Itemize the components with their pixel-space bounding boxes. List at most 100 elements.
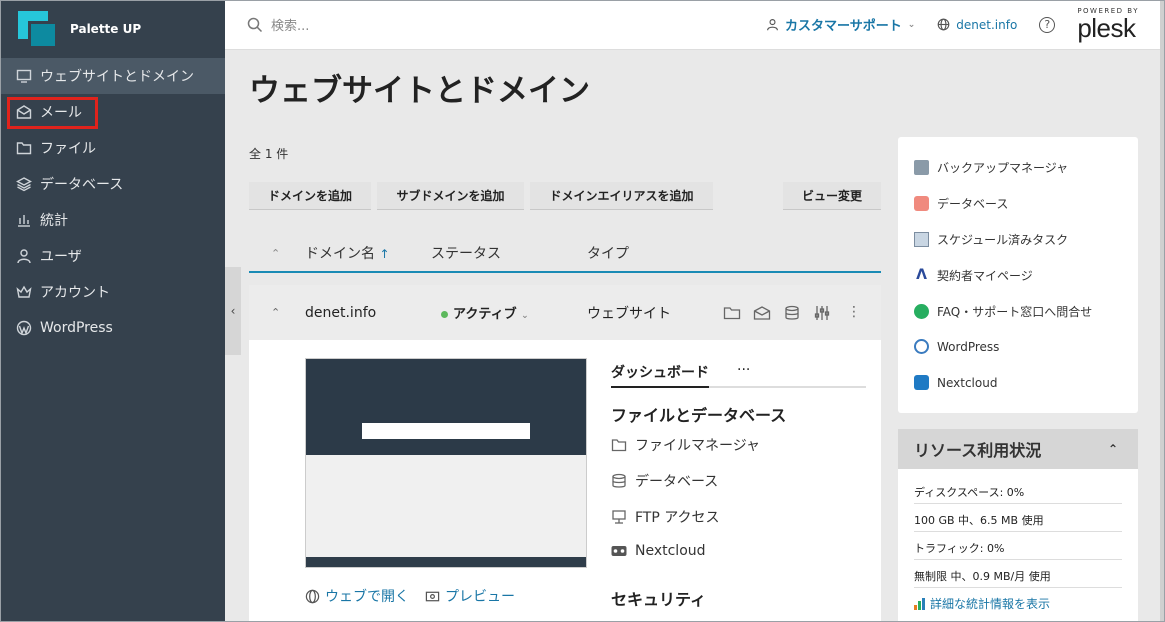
table-header: ⌃ ドメイン名 ↑ ステータス タイプ bbox=[249, 235, 881, 273]
mail-icon[interactable] bbox=[753, 305, 771, 321]
sidebar-item-databases[interactable]: データベース bbox=[0, 166, 225, 202]
tab-more[interactable]: ··· bbox=[737, 362, 750, 386]
sidebar-item-statistics[interactable]: 統計 bbox=[0, 202, 225, 238]
column-type[interactable]: タイプ bbox=[587, 243, 629, 263]
site-preview-thumbnail[interactable] bbox=[305, 358, 587, 568]
topbar: 検索... カスタマーサポート ⌄ denet.info ? POWERED B… bbox=[225, 0, 1165, 50]
brand-name: Palette UP bbox=[70, 22, 142, 36]
bar-chart-icon bbox=[914, 597, 925, 610]
sidebar-item-websites[interactable]: ウェブサイトとドメイン bbox=[0, 58, 225, 94]
sidebar-item-wordpress[interactable]: WordPress bbox=[0, 310, 225, 346]
plesk-logo: POWERED BY plesk bbox=[1077, 8, 1139, 43]
search-input[interactable]: 検索... bbox=[271, 15, 309, 34]
add-alias-button[interactable]: ドメインエイリアスを追加 bbox=[530, 182, 713, 210]
collapse-all-icon[interactable]: ⌃ bbox=[271, 247, 305, 260]
customer-mypage-link[interactable]: Λ 契約者マイページ bbox=[914, 267, 1033, 284]
databases-link[interactable]: データベース bbox=[611, 471, 718, 491]
sidebar-item-label: ファイル bbox=[40, 141, 96, 157]
preview-link[interactable]: プレビュー bbox=[425, 586, 515, 606]
folder-icon[interactable] bbox=[723, 305, 741, 321]
open-web-link[interactable]: ウェブで開く bbox=[305, 586, 409, 606]
database-icon[interactable] bbox=[783, 305, 801, 321]
sidebar-item-users[interactable]: ユーザ bbox=[0, 238, 225, 274]
page-title: ウェブサイトとドメイン bbox=[249, 73, 590, 109]
file-manager-link[interactable]: ファイルマネージャ bbox=[611, 435, 760, 455]
row-domain[interactable]: denet.info bbox=[305, 305, 441, 321]
collapse-sidebar-button[interactable]: ‹ bbox=[225, 267, 241, 355]
nextcloud-icon bbox=[611, 546, 627, 556]
dashboard-tabs: ダッシュボード ··· bbox=[611, 362, 866, 388]
database-icon bbox=[914, 196, 929, 211]
plesk-wordmark: plesk bbox=[1077, 13, 1136, 43]
settings-sliders-icon[interactable] bbox=[813, 305, 831, 321]
support-label: カスタマーサポート bbox=[785, 19, 902, 34]
sidebar-item-files[interactable]: ファイル bbox=[0, 130, 225, 166]
support-menu[interactable]: カスタマーサポート ⌄ bbox=[766, 15, 915, 34]
sidebar-item-account[interactable]: アカウント bbox=[0, 274, 225, 310]
chevron-up-icon[interactable]: ⌃ bbox=[1108, 442, 1118, 456]
resource-usage-header[interactable]: リソース利用状況 ⌃ bbox=[898, 429, 1138, 469]
crown-icon bbox=[16, 285, 32, 298]
search-icon bbox=[247, 17, 263, 32]
eye-icon bbox=[425, 591, 440, 601]
user-icon bbox=[767, 19, 778, 31]
nextcloud-link[interactable]: Nextcloud bbox=[914, 375, 997, 390]
user-icon bbox=[17, 249, 31, 264]
help-icon[interactable]: ? bbox=[1039, 16, 1056, 33]
backup-manager-link[interactable]: バックアップマネージャ bbox=[914, 159, 1068, 176]
sidebar-item-label: WordPress bbox=[40, 320, 113, 336]
domain-label: denet.info bbox=[956, 17, 1018, 32]
wordpress-icon bbox=[16, 320, 32, 336]
brand[interactable]: Palette UP bbox=[0, 0, 225, 58]
scheduled-tasks-link[interactable]: スケジュール済みタスク bbox=[914, 231, 1068, 248]
database-link[interactable]: データベース bbox=[914, 195, 1008, 212]
chart-icon bbox=[18, 215, 30, 227]
disk-usage-detail: 100 GB 中、6.5 MB 使用 bbox=[914, 514, 1044, 527]
sort-arrow-icon: ↑ bbox=[379, 247, 390, 261]
database-icon bbox=[612, 473, 626, 488]
files-section-title: ファイルとデータベース bbox=[611, 406, 787, 425]
wordpress-icon bbox=[914, 339, 929, 354]
toolbar: ドメインを追加 サブドメインを追加 ドメインエイリアスを追加 ビュー変更 bbox=[249, 182, 881, 210]
security-section-title: セキュリティ bbox=[611, 590, 707, 609]
sidebar-item-label: ユーザ bbox=[40, 249, 82, 265]
table-row[interactable]: ⌃ denet.info アクティブ ⌄ ウェブサイト ⋮ bbox=[249, 285, 881, 340]
sidebar: Palette UP ウェブサイトとドメイン メール ファイル データベース 統… bbox=[0, 0, 225, 622]
chevron-up-icon[interactable]: ⌃ bbox=[271, 306, 305, 319]
ftp-icon bbox=[612, 510, 626, 524]
palette-logo-icon bbox=[18, 11, 58, 49]
chevron-down-icon: ⌄ bbox=[907, 19, 916, 30]
folder-icon bbox=[16, 142, 32, 155]
domain-link[interactable]: denet.info bbox=[937, 18, 1017, 32]
nextcloud-link[interactable]: Nextcloud bbox=[611, 543, 706, 559]
nextcloud-icon bbox=[914, 375, 929, 390]
traffic-usage: トラフィック: 0% bbox=[914, 542, 1005, 555]
search-box[interactable]: 検索... bbox=[247, 15, 747, 34]
mail-highlight-box bbox=[7, 97, 98, 129]
calendar-icon bbox=[914, 232, 929, 247]
ftp-access-link[interactable]: FTP アクセス bbox=[611, 507, 720, 527]
page-scrollbar[interactable] bbox=[1160, 0, 1165, 622]
support-headset-icon bbox=[914, 304, 929, 319]
resource-usage-title: リソース利用状況 bbox=[914, 441, 1042, 460]
main-panel: 全 1 件 ドメインを追加 サブドメインを追加 ドメインエイリアスを追加 ビュー… bbox=[249, 137, 881, 622]
add-subdomain-button[interactable]: サブドメインを追加 bbox=[377, 182, 524, 210]
more-vertical-icon[interactable]: ⋮ bbox=[847, 305, 861, 319]
sidebar-item-label: データベース bbox=[40, 177, 124, 193]
row-status[interactable]: アクティブ ⌄ bbox=[441, 303, 587, 322]
tab-dashboard[interactable]: ダッシュボード bbox=[611, 362, 709, 388]
item-count: 全 1 件 bbox=[249, 147, 289, 161]
chevron-down-icon: ⌄ bbox=[521, 311, 529, 321]
sidebar-item-label: アカウント bbox=[40, 285, 110, 301]
layers-icon bbox=[16, 177, 32, 192]
wordpress-link[interactable]: WordPress bbox=[914, 339, 999, 354]
column-status[interactable]: ステータス bbox=[431, 243, 587, 263]
change-view-button[interactable]: ビュー変更 bbox=[783, 182, 881, 210]
detailed-stats-link[interactable]: 詳細な統計情報を表示 bbox=[914, 595, 1050, 612]
backup-icon bbox=[914, 160, 929, 175]
add-domain-button[interactable]: ドメインを追加 bbox=[249, 182, 371, 210]
monitor-icon bbox=[16, 69, 32, 83]
faq-support-link[interactable]: FAQ・サポート窓口へ問合せ bbox=[914, 303, 1092, 320]
column-domain[interactable]: ドメイン名 ↑ bbox=[305, 243, 431, 263]
globe-icon bbox=[937, 18, 950, 31]
